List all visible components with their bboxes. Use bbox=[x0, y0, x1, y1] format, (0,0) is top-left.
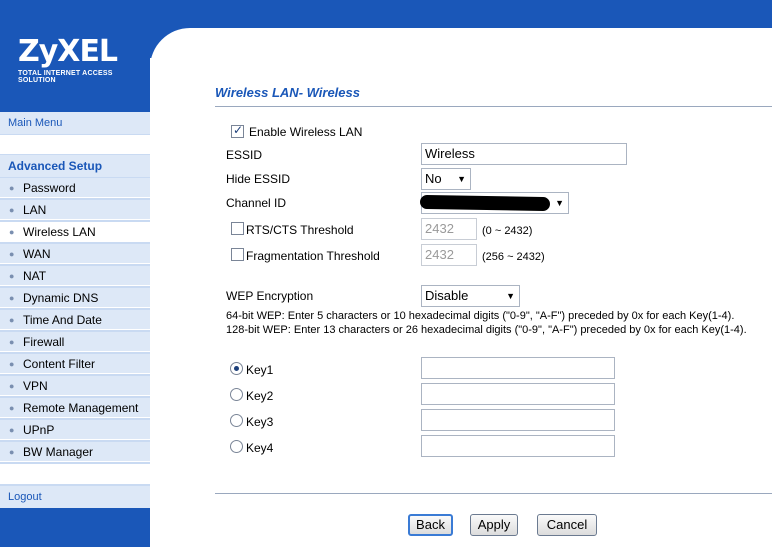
sidebar-item-wan[interactable]: ● WAN bbox=[0, 244, 150, 264]
sidebar-advanced-setup: Advanced Setup bbox=[0, 155, 150, 177]
essid-input[interactable]: Wireless bbox=[421, 143, 627, 165]
sidebar-item-time-and-date[interactable]: ● Time And Date bbox=[0, 310, 150, 330]
sidebar-item-dynamic-dns[interactable]: ● Dynamic DNS bbox=[0, 288, 150, 308]
wep-value: Disable bbox=[425, 288, 469, 303]
logo-wordmark: ZyXEL bbox=[18, 34, 118, 69]
sidebar-item-label: Firewall bbox=[23, 335, 65, 349]
bullet-icon: ● bbox=[9, 403, 15, 413]
chevron-down-icon: ▼ bbox=[555, 198, 564, 208]
sidebar-logout-label: Logout bbox=[8, 491, 42, 503]
hide-essid-label: Hide ESSID bbox=[226, 172, 291, 186]
chevron-down-icon: ▼ bbox=[506, 291, 515, 301]
key1-input[interactable] bbox=[421, 357, 615, 379]
form-divider bbox=[215, 493, 772, 494]
key4-input[interactable] bbox=[421, 435, 615, 457]
bullet-icon: ● bbox=[9, 447, 15, 457]
sidebar-item-nat[interactable]: ● NAT bbox=[0, 266, 150, 286]
back-button[interactable]: Back bbox=[408, 514, 453, 536]
sidebar-item-label: Time And Date bbox=[23, 313, 102, 327]
sidebar-item-firewall[interactable]: ● Firewall bbox=[0, 332, 150, 352]
sidebar-item-label: VPN bbox=[23, 379, 48, 393]
page-title: Wireless LAN- Wireless bbox=[215, 85, 360, 100]
rts-range: (0 ~ 2432) bbox=[482, 225, 533, 237]
rts-label: RTS/CTS Threshold bbox=[246, 223, 354, 237]
sidebar-item-label: NAT bbox=[23, 269, 47, 283]
wep-label: WEP Encryption bbox=[226, 289, 314, 303]
bullet-icon: ● bbox=[9, 205, 15, 215]
sidebar-item-label: WAN bbox=[23, 247, 51, 261]
key4-label: Key4 bbox=[246, 441, 274, 455]
bullet-icon: ● bbox=[9, 271, 15, 281]
bullet-icon: ● bbox=[9, 249, 15, 259]
sidebar-item-remote-management[interactable]: ● Remote Management bbox=[0, 398, 150, 418]
bullet-icon: ● bbox=[9, 315, 15, 325]
help-link[interactable]: HELP bbox=[742, 38, 772, 52]
sidebar-logout[interactable]: Logout bbox=[0, 486, 150, 508]
key4-radio[interactable] bbox=[230, 440, 243, 453]
frag-checkbox[interactable] bbox=[231, 248, 244, 261]
sidebar-item-label: Content Filter bbox=[23, 357, 96, 371]
title-divider bbox=[215, 106, 772, 107]
bullet-icon: ● bbox=[9, 337, 15, 347]
site-map-link[interactable]: SITE MAP bbox=[642, 38, 703, 52]
sidebar-main-menu[interactable]: Main Menu bbox=[0, 112, 150, 134]
key3-radio[interactable] bbox=[230, 414, 243, 427]
sidebar-spacer bbox=[0, 464, 150, 484]
sidebar-item-label: Remote Management bbox=[23, 401, 139, 415]
sidebar-item-vpn[interactable]: ● VPN bbox=[0, 376, 150, 396]
wep-hint-64: 64-bit WEP: Enter 5 characters or 10 hex… bbox=[226, 310, 735, 322]
logo-tagline: TOTAL INTERNET ACCESS SOLUTION bbox=[18, 70, 113, 84]
sidebar-main-menu-label: Main Menu bbox=[8, 117, 63, 129]
sidebar-item-password[interactable]: ● Password bbox=[0, 178, 150, 198]
bullet-icon: ● bbox=[9, 425, 15, 435]
enable-wireless-checkbox[interactable] bbox=[231, 123, 244, 138]
key2-radio[interactable] bbox=[230, 388, 243, 401]
wep-select[interactable]: Disable ▼ bbox=[421, 285, 520, 307]
essid-label: ESSID bbox=[226, 148, 263, 162]
logo: ZyXEL TOTAL INTERNET ACCESS SOLUTION bbox=[0, 28, 150, 112]
key2-input[interactable] bbox=[421, 383, 615, 405]
sidebar-item-bw-manager[interactable]: ● BW Manager bbox=[0, 442, 150, 462]
logo-strip bbox=[0, 0, 150, 28]
key3-input[interactable] bbox=[421, 409, 615, 431]
sidebar-advanced-setup-label: Advanced Setup bbox=[8, 159, 103, 173]
bullet-icon: ● bbox=[9, 293, 15, 303]
key1-label: Key1 bbox=[246, 363, 274, 377]
frag-label: Fragmentation Threshold bbox=[246, 249, 380, 263]
frag-range: (256 ~ 2432) bbox=[482, 251, 545, 263]
key3-label: Key3 bbox=[246, 415, 274, 429]
sidebar-item-lan[interactable]: ● LAN bbox=[0, 200, 150, 220]
channel-id-label: Channel ID bbox=[226, 196, 287, 210]
redaction-scribble bbox=[419, 194, 551, 212]
sidebar-footer bbox=[0, 508, 150, 547]
sidebar-item-label: UPnP bbox=[23, 423, 55, 437]
sidebar-item-label: Password bbox=[23, 181, 76, 195]
hide-essid-value: No bbox=[425, 171, 442, 186]
chevron-down-icon: ▼ bbox=[457, 174, 466, 184]
sidebar-item-upnp[interactable]: ● UPnP bbox=[0, 420, 150, 440]
frag-input[interactable]: 2432 bbox=[421, 244, 477, 266]
enable-wireless-label: Enable Wireless LAN bbox=[249, 125, 363, 139]
sidebar-item-label: Dynamic DNS bbox=[23, 291, 99, 305]
wep-hint-128: 128-bit WEP: Enter 13 characters or 26 h… bbox=[226, 324, 747, 336]
bullet-icon: ● bbox=[9, 381, 15, 391]
key2-label: Key2 bbox=[246, 389, 274, 403]
sidebar-item-label: BW Manager bbox=[23, 445, 94, 459]
bullet-icon: ● bbox=[9, 359, 15, 369]
cancel-button[interactable]: Cancel bbox=[537, 514, 597, 536]
sidebar-item-label: LAN bbox=[23, 203, 47, 217]
apply-button[interactable]: Apply bbox=[470, 514, 518, 536]
sidebar-item-wireless-lan[interactable]: ● Wireless LAN bbox=[0, 222, 150, 242]
rts-checkbox[interactable] bbox=[231, 222, 244, 235]
sidebar-item-label: Wireless LAN bbox=[23, 225, 96, 239]
hide-essid-select[interactable]: No ▼ bbox=[421, 168, 471, 190]
sidebar-item-content-filter[interactable]: ● Content Filter bbox=[0, 354, 150, 374]
bullet-icon: ● bbox=[9, 183, 15, 193]
bullet-icon: ● bbox=[9, 227, 15, 237]
key1-radio[interactable] bbox=[230, 362, 243, 375]
rts-input[interactable]: 2432 bbox=[421, 218, 477, 240]
sidebar-spacer bbox=[0, 135, 150, 154]
